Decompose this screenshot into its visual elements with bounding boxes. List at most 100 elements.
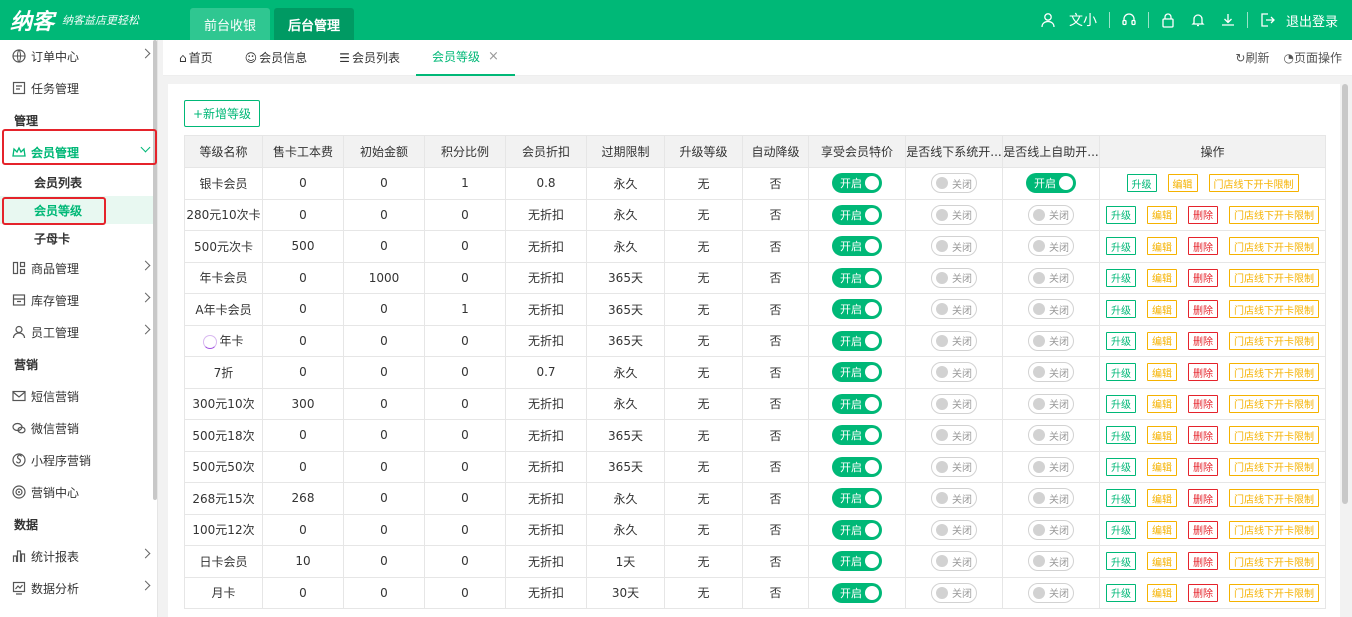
toggle-switch[interactable]: 关闭 <box>1028 330 1074 351</box>
delete-button[interactable]: 删除 <box>1188 300 1218 319</box>
delete-button[interactable]: 删除 <box>1188 520 1218 539</box>
toggle-switch[interactable]: 开启 <box>832 456 882 477</box>
upgrade-button[interactable]: 升级 <box>1106 237 1136 256</box>
toggle-switch[interactable]: 关闭 <box>931 393 977 414</box>
offline-limit-button[interactable]: 门店线下开卡限制 <box>1229 520 1319 539</box>
upgrade-button[interactable]: 升级 <box>1106 394 1136 413</box>
toggle-switch[interactable]: 关闭 <box>931 236 977 257</box>
toggle-switch[interactable]: 开启 <box>832 425 882 446</box>
toggle-switch[interactable]: 关闭 <box>1028 519 1074 540</box>
offline-limit-button[interactable]: 门店线下开卡限制 <box>1229 583 1319 602</box>
offline-limit-button[interactable]: 门店线下开卡限制 <box>1229 237 1319 256</box>
toggle-switch[interactable]: 关闭 <box>931 330 977 351</box>
edit-button[interactable]: 编辑 <box>1147 520 1177 539</box>
toggle-switch[interactable]: 关闭 <box>931 425 977 446</box>
toggle-switch[interactable]: 开启 <box>832 236 882 257</box>
toggle-switch[interactable]: 关闭 <box>1028 362 1074 383</box>
sidebar-scrollbar[interactable] <box>153 40 157 500</box>
page-ops-button[interactable]: ◔页面操作 <box>1284 49 1343 66</box>
sidebar-item[interactable]: 营销中心 <box>0 476 157 508</box>
offline-limit-button[interactable]: 门店线下开卡限制 <box>1229 489 1319 508</box>
content-scrollbar[interactable] <box>1342 84 1348 504</box>
sidebar-item[interactable]: 微信营销 <box>0 412 157 444</box>
upgrade-button[interactable]: 升级 <box>1106 457 1136 476</box>
delete-button[interactable]: 删除 <box>1188 489 1218 508</box>
delete-button[interactable]: 删除 <box>1188 583 1218 602</box>
toggle-switch[interactable]: 关闭 <box>931 456 977 477</box>
nav-admin[interactable]: 后台管理 <box>274 8 355 40</box>
edit-button[interactable]: 编辑 <box>1147 205 1177 224</box>
lock-icon[interactable] <box>1153 12 1183 28</box>
toggle-switch[interactable]: 关闭 <box>1028 267 1074 288</box>
toggle-switch[interactable]: 关闭 <box>1028 488 1074 509</box>
toggle-switch[interactable]: 关闭 <box>1028 456 1074 477</box>
tab-member-list[interactable]: ☰ 会员列表 <box>323 40 416 76</box>
toggle-switch[interactable]: 关闭 <box>931 551 977 572</box>
toggle-switch[interactable]: 关闭 <box>931 582 977 603</box>
toggle-switch[interactable]: 开启 <box>832 330 882 351</box>
upgrade-button[interactable]: 升级 <box>1106 300 1136 319</box>
delete-button[interactable]: 删除 <box>1188 237 1218 256</box>
edit-button[interactable]: 编辑 <box>1147 363 1177 382</box>
toggle-switch[interactable]: 开启 <box>1026 173 1076 194</box>
upgrade-button[interactable]: 升级 <box>1106 205 1136 224</box>
edit-button[interactable]: 编辑 <box>1147 394 1177 413</box>
tab-member-info[interactable]: ☺ 会员信息 <box>229 40 324 76</box>
offline-limit-button[interactable]: 门店线下开卡限制 <box>1229 552 1319 571</box>
toggle-switch[interactable]: 开启 <box>832 551 882 572</box>
offline-limit-button[interactable]: 门店线下开卡限制 <box>1229 394 1319 413</box>
upgrade-button[interactable]: 升级 <box>1106 552 1136 571</box>
edit-button[interactable]: 编辑 <box>1147 268 1177 287</box>
edit-button[interactable]: 编辑 <box>1147 237 1177 256</box>
upgrade-button[interactable]: 升级 <box>1106 520 1136 539</box>
edit-button[interactable]: 编辑 <box>1147 489 1177 508</box>
sidebar-item[interactable]: 统计报表 <box>0 540 157 572</box>
sidebar-item[interactable]: 数据分析 <box>0 572 157 604</box>
edit-button[interactable]: 编辑 <box>1147 552 1177 571</box>
toggle-switch[interactable]: 关闭 <box>1028 393 1074 414</box>
toggle-switch[interactable]: 关闭 <box>931 299 977 320</box>
offline-limit-button[interactable]: 门店线下开卡限制 <box>1229 363 1319 382</box>
delete-button[interactable]: 删除 <box>1188 268 1218 287</box>
delete-button[interactable]: 删除 <box>1188 457 1218 476</box>
headset-icon[interactable] <box>1114 12 1144 28</box>
refresh-button[interactable]: ↻刷新 <box>1235 49 1269 66</box>
sidebar-subitem[interactable]: 会员列表 <box>0 168 157 196</box>
upgrade-button[interactable]: 升级 <box>1106 331 1136 350</box>
delete-button[interactable]: 删除 <box>1188 394 1218 413</box>
toggle-switch[interactable]: 关闭 <box>1028 551 1074 572</box>
bell-icon[interactable] <box>1183 12 1213 28</box>
delete-button[interactable]: 删除 <box>1188 205 1218 224</box>
delete-button[interactable]: 删除 <box>1188 363 1218 382</box>
delete-button[interactable]: 删除 <box>1188 331 1218 350</box>
toggle-switch[interactable]: 关闭 <box>931 519 977 540</box>
upgrade-button[interactable]: 升级 <box>1106 363 1136 382</box>
edit-button[interactable]: 编辑 <box>1167 174 1198 193</box>
download-icon[interactable] <box>1213 12 1243 28</box>
offline-limit-button[interactable]: 门店线下开卡限制 <box>1208 174 1299 193</box>
edit-button[interactable]: 编辑 <box>1147 300 1177 319</box>
offline-limit-button[interactable]: 门店线下开卡限制 <box>1229 300 1319 319</box>
delete-button[interactable]: 删除 <box>1188 426 1218 445</box>
edit-button[interactable]: 编辑 <box>1147 457 1177 476</box>
tab-home[interactable]: ⌂ 首页 <box>163 40 229 76</box>
offline-limit-button[interactable]: 门店线下开卡限制 <box>1229 205 1319 224</box>
sidebar-item[interactable]: 订单中心 <box>0 40 157 72</box>
sidebar-item[interactable]: 短信营销 <box>0 380 157 412</box>
toggle-switch[interactable]: 关闭 <box>1028 204 1074 225</box>
toggle-switch[interactable]: 开启 <box>832 267 882 288</box>
upgrade-button[interactable]: 升级 <box>1106 489 1136 508</box>
toggle-switch[interactable]: 关闭 <box>1028 236 1074 257</box>
edit-button[interactable]: 编辑 <box>1147 426 1177 445</box>
toggle-switch[interactable]: 关闭 <box>1028 299 1074 320</box>
logout-button[interactable]: 退出登录 <box>1286 11 1338 30</box>
sidebar-item[interactable]: 员工管理 <box>0 316 157 348</box>
tab-member-level[interactable]: 会员等级 × <box>415 40 515 76</box>
user-name[interactable]: 文小 <box>1069 10 1097 30</box>
toggle-switch[interactable]: 开启 <box>832 299 882 320</box>
edit-button[interactable]: 编辑 <box>1147 583 1177 602</box>
toggle-switch[interactable]: 开启 <box>832 204 882 225</box>
edit-button[interactable]: 编辑 <box>1147 331 1177 350</box>
add-level-button[interactable]: +新增等级 <box>184 100 261 127</box>
toggle-switch[interactable]: 开启 <box>832 582 882 603</box>
